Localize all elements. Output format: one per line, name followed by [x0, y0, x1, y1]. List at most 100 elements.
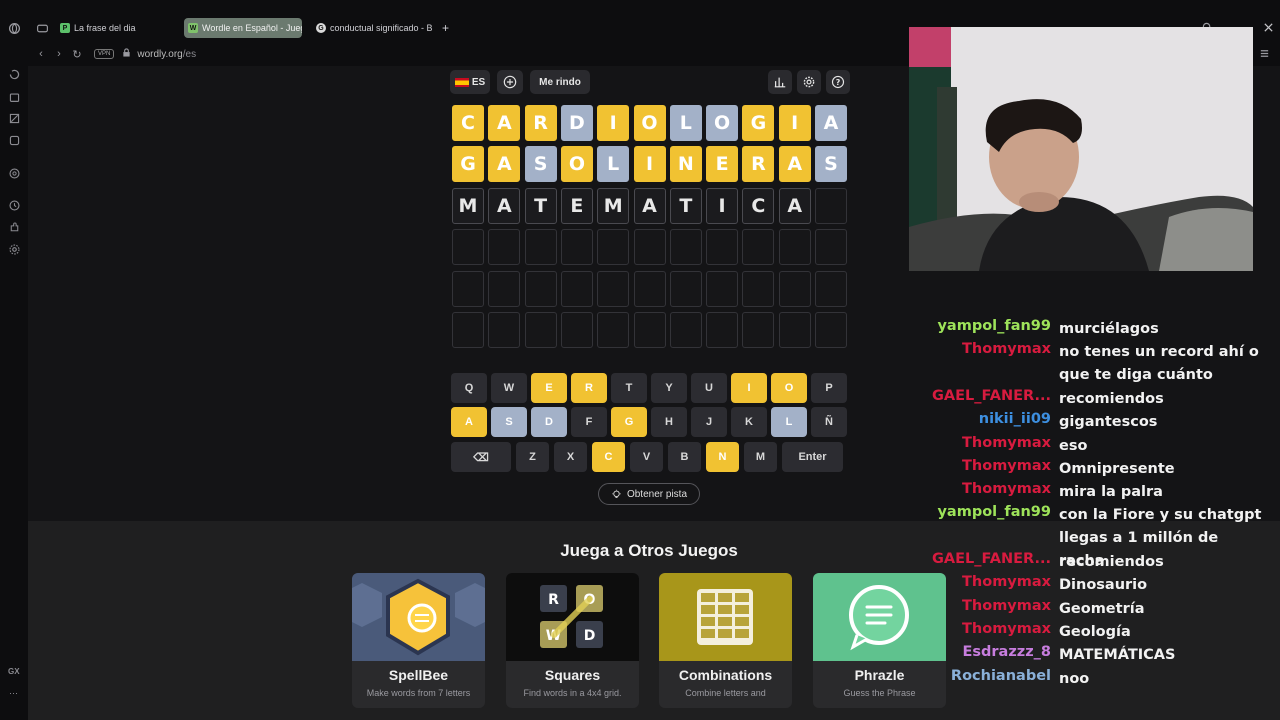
board-tile [669, 270, 702, 307]
settings-button[interactable] [797, 70, 821, 94]
key-t[interactable]: T [611, 373, 647, 403]
chat-text: Geometría [1059, 600, 1145, 617]
bag-icon[interactable] [6, 88, 22, 104]
help-button[interactable]: ? [826, 70, 850, 94]
edit-icon[interactable] [6, 110, 22, 126]
key-u[interactable]: U [691, 373, 727, 403]
key-a[interactable]: A [451, 407, 487, 437]
board-tile [560, 270, 593, 307]
enter-key[interactable]: Enter [782, 442, 843, 472]
key-h[interactable]: H [651, 407, 687, 437]
chat-username[interactable]: Rochianabel [951, 668, 1051, 684]
messenger-icon[interactable] [6, 132, 22, 148]
back-icon[interactable]: ‹ [32, 48, 50, 60]
board-tile: G [452, 146, 484, 183]
language-button[interactable]: ES [450, 70, 490, 94]
vpn-badge[interactable]: VPN [94, 49, 115, 59]
opera-logo-icon[interactable] [6, 20, 22, 36]
gear-icon [803, 76, 815, 88]
board-tile [633, 229, 666, 266]
new-tab-button[interactable]: + [438, 18, 454, 38]
close-icon[interactable] [1263, 22, 1274, 36]
key-r[interactable]: R [571, 373, 607, 403]
tab-frase-del-dia[interactable]: P La frase del dia [56, 18, 178, 38]
chat-username[interactable]: yampol_fan99 [937, 504, 1051, 520]
key-e[interactable]: E [531, 373, 567, 403]
key-z[interactable]: Z [516, 442, 549, 472]
gx-label[interactable]: GX [8, 667, 20, 676]
stats-button[interactable] [768, 70, 792, 94]
key-i[interactable]: I [731, 373, 767, 403]
forward-icon[interactable]: › [50, 48, 68, 60]
key-s[interactable]: S [491, 407, 527, 437]
chat-username[interactable]: Esdrazzz_8 [962, 644, 1051, 660]
hint-label: Obtener pista [626, 488, 688, 500]
add-game-button[interactable] [497, 70, 523, 94]
tab-conductual[interactable]: G conductual significado - B [312, 18, 432, 38]
chat-username[interactable]: Thomymax [962, 481, 1051, 497]
address-bar: ‹ › ↻ VPN wordly.org /es [28, 43, 908, 65]
give-up-button[interactable]: Me rindo [530, 70, 590, 94]
board-tile: S [524, 146, 557, 183]
spain-flag-icon [454, 77, 469, 87]
chat-text: recomiendos [1059, 554, 1164, 570]
chat-username[interactable]: Thomymax [962, 598, 1051, 614]
history-icon[interactable] [6, 197, 22, 213]
menu-icon[interactable] [1259, 48, 1270, 62]
board-tile [488, 270, 521, 307]
reload-icon[interactable]: ↻ [68, 48, 86, 61]
key-f[interactable]: F [571, 407, 607, 437]
chatgpt-icon[interactable] [6, 165, 22, 181]
chat-username[interactable]: Thomymax [962, 621, 1051, 637]
key-j[interactable]: J [691, 407, 727, 437]
chat-username[interactable]: Thomymax [962, 435, 1051, 451]
chat-text: recomiendos [1059, 390, 1164, 407]
board-tile [524, 229, 557, 266]
board-tile [560, 229, 593, 266]
key-k[interactable]: K [731, 407, 767, 437]
key-c[interactable]: C [592, 442, 625, 472]
chat-username[interactable]: GAEL_FANER... [932, 388, 1051, 404]
game-card-spellbee[interactable]: SpellBee Make words from 7 letters [352, 573, 485, 708]
game-card-phrazle[interactable]: Phrazle Guess the Phrase [813, 573, 946, 708]
backspace-key[interactable]: ⌫ [451, 442, 511, 472]
key-l[interactable]: L [771, 407, 807, 437]
key-x[interactable]: X [554, 442, 587, 472]
board-tile [815, 312, 847, 348]
key-y[interactable]: Y [651, 373, 687, 403]
url-host[interactable]: wordly.org [137, 49, 182, 60]
board-tile: I [706, 187, 739, 224]
chat-username[interactable]: GAEL_FANER... [932, 551, 1051, 567]
board-tile: M [597, 187, 630, 224]
key-ñ[interactable]: Ñ [811, 407, 847, 437]
key-b[interactable]: B [668, 442, 701, 472]
key-m[interactable]: M [744, 442, 777, 472]
hint-button[interactable]: Obtener pista [598, 483, 700, 505]
chat-username[interactable]: Thomymax [962, 458, 1051, 474]
key-w[interactable]: W [491, 373, 527, 403]
chat-username[interactable]: nikii_ii09 [979, 411, 1051, 427]
key-n[interactable]: N [706, 442, 739, 472]
refresh-sidebar-icon[interactable] [6, 66, 22, 82]
chat-username[interactable]: Thomymax [962, 341, 1051, 357]
key-o[interactable]: O [771, 373, 807, 403]
game-card-squares[interactable]: R O W D Squares Find words in a 4x4 grid… [506, 573, 639, 708]
tab-switcher-icon[interactable] [34, 20, 50, 36]
card-description: Find words in a 4x4 grid. [523, 688, 622, 698]
browser-sidebar: GX ⋯ [0, 0, 28, 720]
key-v[interactable]: V [630, 442, 663, 472]
key-p[interactable]: P [811, 373, 847, 403]
tab-wordle[interactable]: W Wordle en Español - Juego [184, 18, 302, 38]
game-card-combinations[interactable]: Combinations Combine letters and [659, 573, 792, 708]
key-q[interactable]: Q [451, 373, 487, 403]
tab-favicon-icon: G [316, 23, 326, 33]
board-tile [815, 270, 847, 307]
chat-username[interactable]: Thomymax [962, 574, 1051, 590]
key-d[interactable]: D [531, 407, 567, 437]
more-icon[interactable]: ⋯ [9, 688, 18, 699]
chat-username[interactable]: yampol_fan99 [937, 318, 1051, 334]
settings-sidebar-icon[interactable] [6, 241, 22, 257]
extensions-icon[interactable] [6, 219, 22, 235]
key-g[interactable]: G [611, 407, 647, 437]
url-path[interactable]: /es [183, 49, 196, 60]
